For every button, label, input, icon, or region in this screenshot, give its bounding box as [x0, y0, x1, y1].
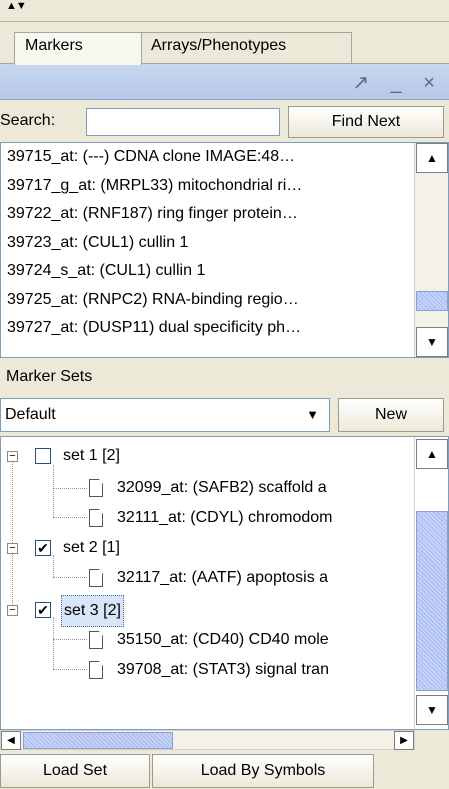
new-set-button[interactable]: New [338, 398, 444, 432]
tab-arrays-phenotypes[interactable]: Arrays/Phenotypes [140, 32, 352, 64]
document-icon [89, 631, 103, 649]
checkbox-checked[interactable]: ✔ [35, 540, 51, 556]
checkbox-checked[interactable]: ✔ [35, 602, 51, 618]
bottom-toolbar: Load Set Load By Symbols [0, 752, 449, 789]
list-item[interactable]: 39717_g_at: (MRPL33) mitochondrial ri… [1, 172, 413, 201]
scroll-thumb[interactable] [23, 732, 173, 749]
tab-markers[interactable]: Markers [14, 32, 142, 65]
tree-vertical-scrollbar[interactable]: ▲ ▼ [414, 437, 448, 729]
tree-leaf[interactable]: 32099_at: (SAFB2) scaffold a [1, 473, 413, 503]
list-item[interactable]: 39723_at: (CUL1) cullin 1 [1, 229, 413, 258]
list-item[interactable]: 39725_at: (RNPC2) RNA-binding regio… [1, 286, 413, 315]
tree-leaf-label: 32111_at: (CDYL) chromodom [117, 509, 333, 526]
tree-leaf[interactable]: 39708_at: (STAT3) signal tran [1, 655, 413, 685]
search-input[interactable] [86, 108, 280, 136]
collapse-icon[interactable]: − [7, 543, 18, 554]
search-row: Search: Find Next [0, 100, 449, 142]
panel-title-bar: ↗ _ × [0, 64, 449, 100]
tree-leaf[interactable]: 32117_at: (AATF) apoptosis a [1, 563, 413, 593]
tree-leaf-label: 39708_at: (STAT3) signal tran [117, 661, 329, 678]
collapse-icon[interactable]: − [7, 451, 18, 462]
split-pane-divider[interactable]: ▲▼ [0, 0, 449, 22]
collapse-arrows-icon[interactable]: ▲▼ [6, 1, 27, 12]
tree-leaf[interactable]: 32111_at: (CDYL) chromodom [1, 503, 413, 533]
scroll-up-icon[interactable]: ▲ [416, 439, 448, 469]
document-icon [89, 661, 103, 679]
document-icon [89, 509, 103, 527]
tree-leaf-label: 32117_at: (AATF) apoptosis a [117, 569, 329, 586]
marker-set-selected: Default [5, 406, 56, 423]
marker-sets-header: Marker Sets [0, 360, 449, 396]
tree-node-label: set 2 [1] [63, 539, 120, 556]
tab-markers-label: Markers [25, 37, 83, 54]
tree-leaf-label: 35150_at: (CD40) CD40 mole [117, 631, 329, 648]
marker-list[interactable]: 39715_at: (---) CDNA clone IMAGE:48… 397… [0, 142, 449, 358]
marker-sets-row: Default ▼ New [0, 396, 449, 436]
panel-window-controls[interactable]: ↗ _ × [352, 70, 443, 95]
scroll-left-icon[interactable]: ◀ [1, 731, 21, 750]
checkbox[interactable] [35, 448, 51, 464]
chevron-down-icon: ▼ [306, 407, 319, 422]
tab-bar: Markers Arrays/Phenotypes [0, 22, 449, 65]
scroll-thumb[interactable] [416, 291, 448, 311]
scroll-down-icon[interactable]: ▼ [416, 695, 448, 725]
list-item[interactable]: 39715_at: (---) CDNA clone IMAGE:48… [1, 143, 413, 172]
tree-leaf-label: 32099_at: (SAFB2) scaffold a [117, 479, 327, 496]
load-set-button[interactable]: Load Set [0, 754, 150, 788]
scroll-down-icon[interactable]: ▼ [416, 327, 448, 357]
tree-node-label: set 1 [2] [63, 447, 120, 464]
marker-list-scrollbar[interactable]: ▲ ▼ [414, 143, 448, 357]
tree-leaf[interactable]: 35150_at: (CD40) CD40 mole [1, 625, 413, 655]
search-label: Search: [0, 112, 56, 129]
list-item[interactable]: 39724_s_at: (CUL1) cullin 1 [1, 257, 413, 286]
tree-node-set-3[interactable]: − ✔ set 3 [2] [1, 595, 413, 627]
document-icon [89, 479, 103, 497]
tree-node-set-1[interactable]: − set 1 [2] [1, 441, 413, 471]
scroll-thumb[interactable] [416, 511, 448, 691]
load-by-symbols-button[interactable]: Load By Symbols [152, 754, 374, 788]
tree-node-label: set 3 [2] [61, 595, 124, 627]
list-item[interactable]: 39722_at: (RNF187) ring finger protein… [1, 200, 413, 229]
marker-set-dropdown[interactable]: Default ▼ [0, 398, 330, 432]
find-next-button[interactable]: Find Next [288, 106, 444, 138]
collapse-icon[interactable]: − [7, 605, 18, 616]
scroll-right-icon[interactable]: ▶ [394, 731, 414, 750]
marker-set-tree[interactable]: − set 1 [2] 32099_at: (SAFB2) scaffold a… [0, 436, 449, 730]
tree-node-set-2[interactable]: − ✔ set 2 [1] [1, 533, 413, 563]
list-item[interactable]: 39727_at: (DUSP11) dual specificity ph… [1, 314, 413, 343]
document-icon [89, 569, 103, 587]
scroll-up-icon[interactable]: ▲ [416, 143, 448, 173]
tab-arrays-phenotypes-label: Arrays/Phenotypes [151, 37, 287, 54]
tree-horizontal-scrollbar[interactable]: ◀ ▶ [0, 730, 415, 750]
